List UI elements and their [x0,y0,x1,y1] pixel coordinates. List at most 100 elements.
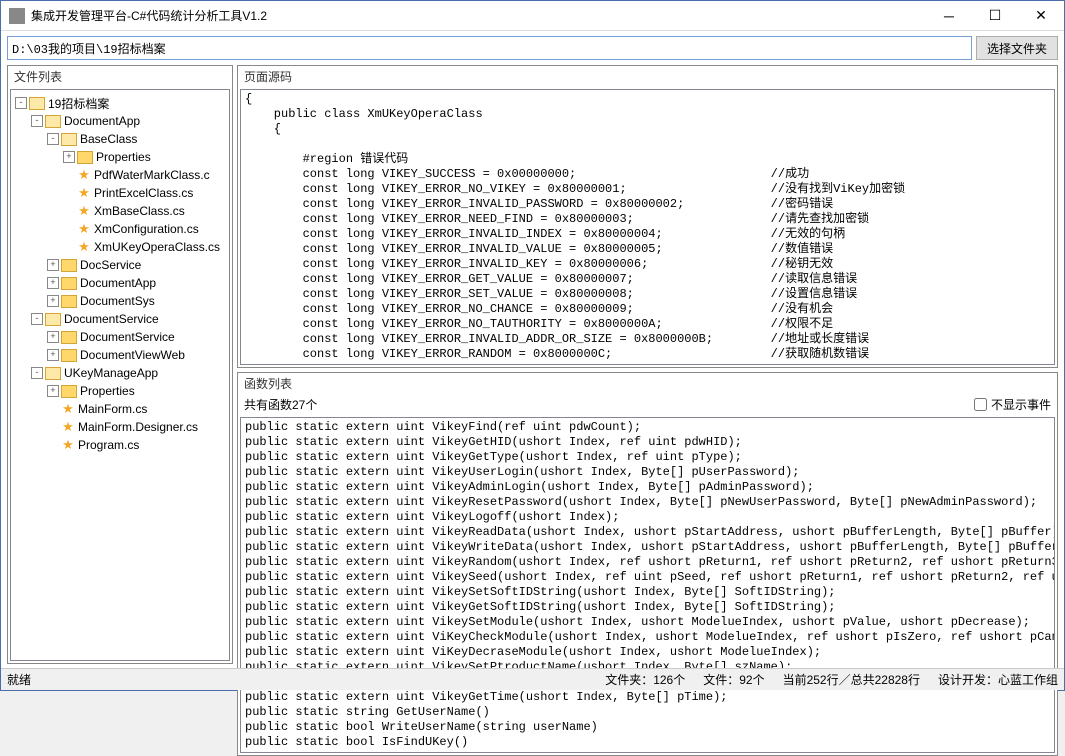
tree-toggle-icon [63,187,75,199]
tree-toggle-icon[interactable]: - [31,367,43,379]
tree-node-label: XmBaseClass.cs [94,204,185,218]
app-window: 集成开发管理平台-C#代码统计分析工具V1.2 ─ ☐ ✕ 选择文件夹 文件列表… [0,0,1065,691]
tree-node[interactable]: + DocumentApp [13,274,227,292]
folder-icon [77,151,93,164]
folder-icon [45,313,61,326]
titlebar: 集成开发管理平台-C#代码统计分析工具V1.2 ─ ☐ ✕ [1,1,1064,31]
window-title: 集成开发管理平台-C#代码统计分析工具V1.2 [31,7,926,24]
tree-node-label: Program.cs [78,438,139,452]
folder-icon [45,367,61,380]
function-count-label: 共有函数27个 [244,396,317,413]
file-star-icon: ★ [77,222,91,236]
hide-events-checkbox[interactable]: 不显示事件 [974,396,1051,413]
tree-node-label: 19招标档案 [48,95,109,112]
file-star-icon: ★ [77,186,91,200]
status-folders: 文件夹：126个 [605,671,685,688]
tree-node[interactable]: - DocumentService [13,310,227,328]
browse-folder-button[interactable]: 选择文件夹 [976,36,1058,60]
status-bar: 就绪 文件夹：126个 文件：92个 当前252行／总共22828行 设计开发：… [1,668,1064,690]
tree-node[interactable]: ★MainForm.Designer.cs [13,418,227,436]
tree-node-label: UKeyManageApp [64,366,158,380]
tree-node[interactable]: +DocumentViewWeb [13,346,227,364]
tree-node-label: MainForm.cs [78,402,147,416]
tree-toggle-icon [47,421,59,433]
tree-node[interactable]: - UKeyManageApp [13,364,227,382]
tree-toggle-icon[interactable]: - [47,133,59,145]
tree-node-label: BaseClass [80,132,137,146]
folder-icon [61,385,77,398]
tree-node[interactable]: + Properties [13,148,227,166]
tree-toggle-icon[interactable]: - [15,97,27,109]
folder-icon [61,259,77,272]
tree-node-label: DocumentApp [80,276,156,290]
tree-node-label: DocumentApp [64,114,140,128]
tree-node-label: XmConfiguration.cs [94,222,199,236]
tree-node[interactable]: + DocumentSys [13,292,227,310]
source-code-box[interactable]: { public class XmUKeyOperaClass { #regio… [240,89,1055,365]
tree-toggle-icon[interactable]: + [47,331,59,343]
tree-node[interactable]: ★Program.cs [13,436,227,454]
maximize-button[interactable]: ☐ [972,1,1018,31]
source-code-panel: 页面源码 { public class XmUKeyOperaClass { #… [237,65,1058,368]
app-icon [9,8,25,24]
tree-toggle-icon [47,439,59,451]
tree-toggle-icon[interactable]: + [47,349,59,361]
file-star-icon: ★ [61,420,75,434]
folder-icon [29,97,45,110]
tree-node[interactable]: - BaseClass [13,130,227,148]
tree-toggle-icon[interactable]: - [31,313,43,325]
tree-node[interactable]: - 19招标档案 [13,94,227,112]
tree-toggle-icon [63,223,75,235]
tree-node[interactable]: +DocService [13,256,227,274]
file-tree[interactable]: -19招标档案-DocumentApp-BaseClass+Properties… [10,89,230,661]
file-list-panel: 文件列表 -19招标档案-DocumentApp-BaseClass+Prope… [7,65,233,664]
folder-icon [61,133,77,146]
close-button[interactable]: ✕ [1018,1,1064,31]
tree-node[interactable]: +Properties [13,382,227,400]
function-list-panel: 函数列表 共有函数27个 不显示事件 public static extern … [237,372,1058,756]
tree-node-label: MainForm.Designer.cs [78,420,198,434]
path-bar: 选择文件夹 [1,31,1064,65]
folder-icon [61,277,77,290]
tree-node[interactable]: ★PrintExcelClass.cs [13,184,227,202]
file-star-icon: ★ [77,240,91,254]
status-files: 文件：92个 [703,671,764,688]
tree-toggle-icon[interactable]: + [47,259,59,271]
tree-toggle-icon[interactable]: + [47,277,59,289]
tree-toggle-icon[interactable]: + [47,385,59,397]
minimize-button[interactable]: ─ [926,1,972,31]
tree-node-label: PrintExcelClass.cs [94,186,193,200]
file-star-icon: ★ [61,402,75,416]
tree-node-label: PdfWaterMarkClass.c [94,168,210,182]
tree-toggle-icon [63,169,75,181]
tree-node-label: XmUKeyOperaClass.cs [94,240,220,254]
folder-icon [45,115,61,128]
function-list-box[interactable]: public static extern uint VikeyFind(ref … [240,417,1055,753]
tree-toggle-icon[interactable]: - [31,115,43,127]
tree-node-label: Properties [96,150,151,164]
tree-node[interactable]: ★XmBaseClass.cs [13,202,227,220]
tree-toggle-icon [63,205,75,217]
folder-icon [61,295,77,308]
function-list-title: 函数列表 [238,373,1057,394]
path-input[interactable] [7,36,972,60]
tree-toggle-icon[interactable]: + [47,295,59,307]
tree-node-label: DocumentService [64,312,159,326]
tree-node[interactable]: ★XmConfiguration.cs [13,220,227,238]
hide-events-input[interactable] [974,398,987,411]
status-lines: 当前252行／总共22828行 [783,671,920,688]
tree-toggle-icon [63,241,75,253]
tree-toggle-icon[interactable]: + [63,151,75,163]
hide-events-label: 不显示事件 [991,396,1051,413]
tree-node-label: DocumentService [80,330,175,344]
tree-node[interactable]: ★PdfWaterMarkClass.c [13,166,227,184]
source-code-title: 页面源码 [238,66,1057,87]
tree-node-label: DocumentSys [80,294,155,308]
status-ready: 就绪 [7,671,31,688]
file-star-icon: ★ [61,438,75,452]
tree-node[interactable]: - DocumentApp [13,112,227,130]
tree-node[interactable]: + DocumentService [13,328,227,346]
tree-node[interactable]: ★MainForm.cs [13,400,227,418]
tree-node[interactable]: ★XmUKeyOperaClass.cs [13,238,227,256]
folder-icon [61,331,77,344]
